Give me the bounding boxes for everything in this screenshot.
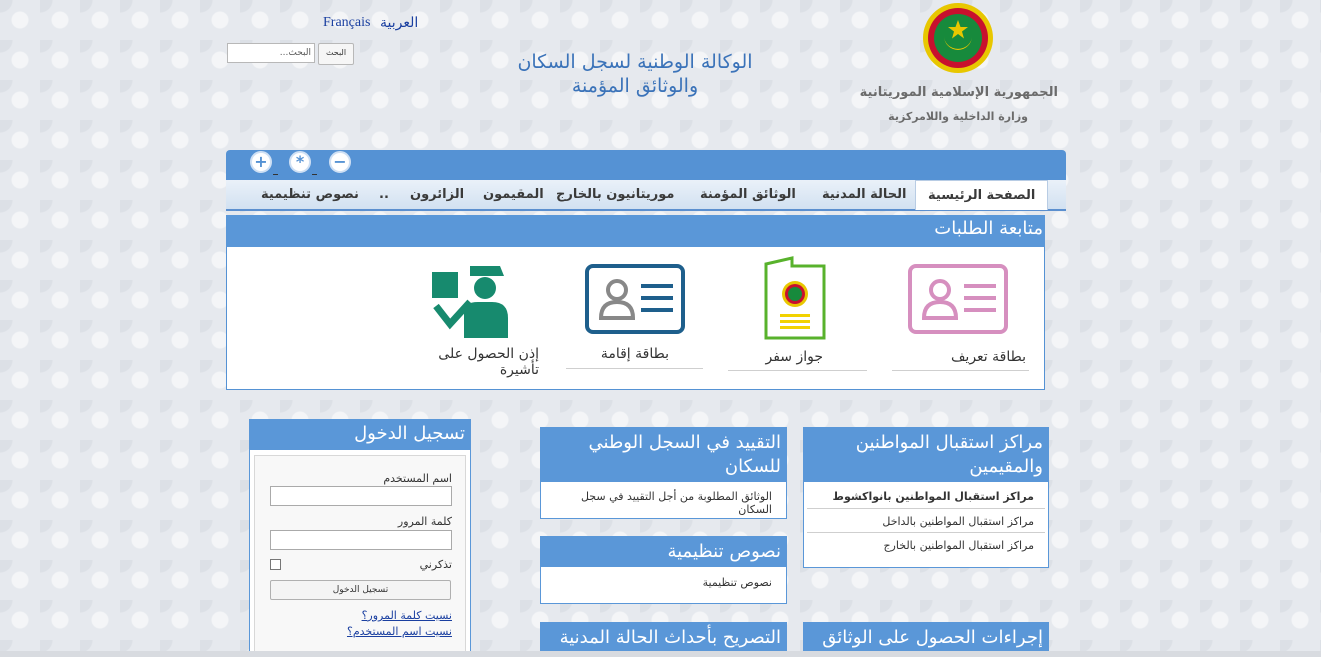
nav-home[interactable]: الصفحة الرئيسية	[915, 180, 1049, 210]
service-divider	[566, 368, 703, 369]
service-divider	[892, 370, 1029, 371]
control-separator	[273, 174, 278, 175]
service-passport-label[interactable]: جواز سفر	[728, 349, 823, 365]
nav-secure-documents[interactable]: الوثائق المؤمنة	[700, 180, 796, 209]
service-visa-label[interactable]: إذن الحصول على تأشيرة	[404, 346, 539, 378]
remember-me-label: تذكرني	[419, 558, 452, 571]
login-header: تسجيل الدخول	[249, 419, 471, 449]
agency-title-line1: الوكالة الوطنية لسجل السكان	[517, 51, 753, 73]
password-input[interactable]	[270, 530, 452, 550]
page-bottom-edge	[0, 651, 1321, 657]
request-tracking-title: متابعة الطلبات	[934, 218, 1043, 239]
procedures-header: إجراءات الحصول على الوثائق	[803, 622, 1049, 651]
registration-title: التقييد في السجل الوطني للسكان	[588, 432, 781, 477]
service-divider	[728, 370, 867, 371]
zoom-in-icon[interactable]: +	[250, 151, 272, 173]
language-french-link[interactable]: Français	[323, 15, 370, 31]
link-divider	[807, 532, 1045, 533]
nav-more[interactable]: ..	[379, 180, 389, 209]
id-card-icon[interactable]	[908, 264, 1008, 334]
agency-title: الوكالة الوطنية لسجل السكان والوثائق الم…	[470, 50, 800, 98]
username-input[interactable]	[270, 486, 452, 506]
remember-me-checkbox[interactable]	[270, 559, 281, 570]
centers-nouakchott-link[interactable]: مراكز استقبال المواطنين بانواكشوط	[810, 490, 1034, 503]
nav-regulations[interactable]: نصوص تنظيمية	[261, 180, 359, 209]
procedures-title: إجراءات الحصول على الوثائق	[822, 627, 1043, 648]
username-label: اسم المستخدم	[383, 472, 452, 485]
zoom-out-icon[interactable]: −	[329, 151, 351, 173]
civil-events-header: التصريح بأحداث الحالة المدنية	[540, 622, 787, 651]
civil-events-title: التصريح بأحداث الحالة المدنية	[559, 627, 781, 648]
login-submit-button[interactable]: تسجيل الدخول	[270, 580, 451, 600]
nav-residents[interactable]: المقيمون	[483, 180, 544, 209]
republic-name: الجمهورية الإسلامية الموريتانية	[859, 85, 1058, 100]
residence-card-icon[interactable]	[585, 264, 685, 334]
regulations-title: نصوص تنظيمية	[667, 541, 781, 562]
reset-zoom-icon[interactable]: *	[289, 151, 311, 173]
nav-visitors[interactable]: الزائرون	[410, 180, 464, 209]
link-divider	[807, 508, 1045, 509]
agency-title-line2: والوثائق المؤمنة	[571, 75, 699, 97]
font-size-toolbar	[226, 150, 1066, 180]
reception-centers-title: مراكز استقبال المواطنين والمقيمين	[855, 432, 1043, 477]
ministry-name: وزارة الداخلية واللامركزية	[888, 110, 1028, 123]
forgot-password-link[interactable]: نسيت كلمة المرور؟	[342, 609, 452, 622]
search-button[interactable]: البحث	[318, 43, 354, 65]
password-label: كلمة المرور	[397, 515, 452, 528]
registration-header: التقييد في السجل الوطني للسكان	[540, 427, 787, 481]
passport-icon[interactable]	[762, 256, 828, 340]
regulations-link[interactable]: نصوص تنظيمية	[546, 576, 772, 589]
service-residence-card-label[interactable]: بطاقة إقامة	[566, 346, 669, 362]
registration-documents-link[interactable]: الوثائق المطلوبة من أجل التقييد في سجل ا…	[546, 490, 772, 516]
nav-civil-status[interactable]: الحالة المدنية	[822, 180, 907, 209]
centers-interior-link[interactable]: مراكز استقبال المواطنين بالداخل	[810, 515, 1034, 528]
search-input[interactable]: البحث...	[227, 43, 315, 63]
nav-mauritanians-abroad[interactable]: موريتانيون بالخارج	[556, 180, 674, 209]
reception-centers-header: مراكز استقبال المواطنين والمقيمين	[803, 427, 1049, 481]
centers-abroad-link[interactable]: مراكز استقبال المواطنين بالخارج	[810, 539, 1034, 552]
national-emblem-logo	[922, 2, 994, 74]
regulations-header: نصوص تنظيمية	[540, 536, 787, 566]
control-separator	[312, 174, 317, 175]
login-title: تسجيل الدخول	[354, 423, 465, 444]
forgot-username-link[interactable]: نسيت اسم المستخدم؟	[342, 625, 452, 638]
language-arabic-link[interactable]: العربية	[380, 15, 418, 32]
service-id-card-label[interactable]: بطاقة تعريف	[892, 349, 1026, 365]
visa-officer-icon[interactable]	[430, 262, 510, 340]
